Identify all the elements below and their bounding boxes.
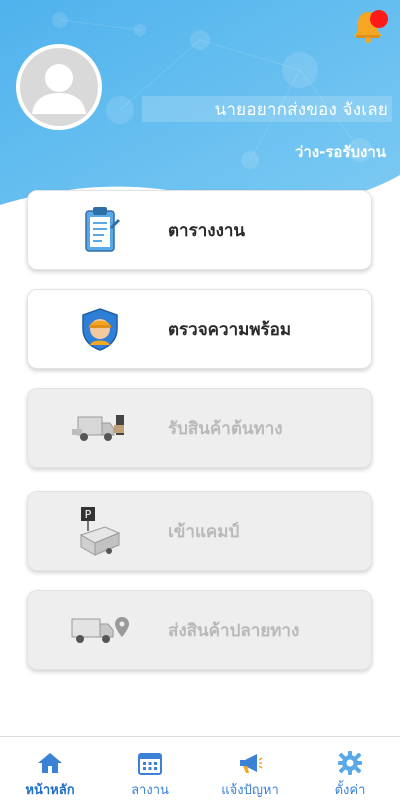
menu-label-schedule: ตารางงาน [168, 220, 246, 241]
menu-card-schedule[interactable]: ตารางงาน [27, 190, 372, 270]
worker-shield-icon [70, 301, 130, 357]
menu-card-camp[interactable]: P เข้าแคมป์ [27, 491, 372, 571]
svg-text:P: P [85, 508, 92, 521]
notification-badge [370, 10, 388, 28]
menu-label-readiness: ตรวจความพร้อม [168, 319, 292, 340]
driver-status: ว่าง-รอรับงาน [294, 143, 386, 161]
nav-home[interactable]: หน้าหลัก [0, 737, 100, 800]
user-name: นายอยากส่งของ จังเลย [214, 99, 388, 120]
notification-bell[interactable] [352, 8, 388, 48]
user-name-bar: นายอยากส่งของ จังเลย [142, 96, 392, 122]
truck-location-icon [70, 602, 130, 658]
menu-label-camp: เข้าแคมป์ [168, 521, 240, 542]
bottom-navigation: หน้าหลัก ลางาน แจ้งปัญหา ตั้งค่า [0, 736, 400, 800]
menu-card-readiness[interactable]: ตรวจความพร้อม [27, 289, 372, 369]
nav-label-leave: ลางาน [131, 783, 169, 798]
nav-settings[interactable]: ตั้งค่า [300, 737, 400, 800]
user-silhouette-icon [32, 64, 86, 114]
home-icon [38, 753, 62, 773]
clipboard-icon [70, 202, 130, 258]
menu-card-pickup[interactable]: รับสินค้าต้นทาง [27, 388, 372, 468]
calendar-icon [138, 753, 162, 775]
megaphone-icon [240, 754, 263, 773]
nav-report[interactable]: แจ้งปัญหา [200, 737, 300, 800]
truck-parking-icon: P [70, 503, 130, 559]
truck-loading-icon [70, 400, 130, 456]
menu-card-delivery[interactable]: ส่งสินค้าปลายทาง [27, 590, 372, 670]
menu-label-delivery: ส่งสินค้าปลายทาง [168, 620, 300, 641]
nav-leave[interactable]: ลางาน [100, 737, 200, 800]
nav-label-settings: ตั้งค่า [334, 783, 366, 798]
gear-icon [338, 751, 362, 775]
avatar[interactable] [16, 44, 102, 130]
nav-label-home: หน้าหลัก [25, 783, 75, 798]
menu-label-pickup: รับสินค้าต้นทาง [168, 418, 283, 439]
nav-label-report: แจ้งปัญหา [221, 783, 279, 798]
